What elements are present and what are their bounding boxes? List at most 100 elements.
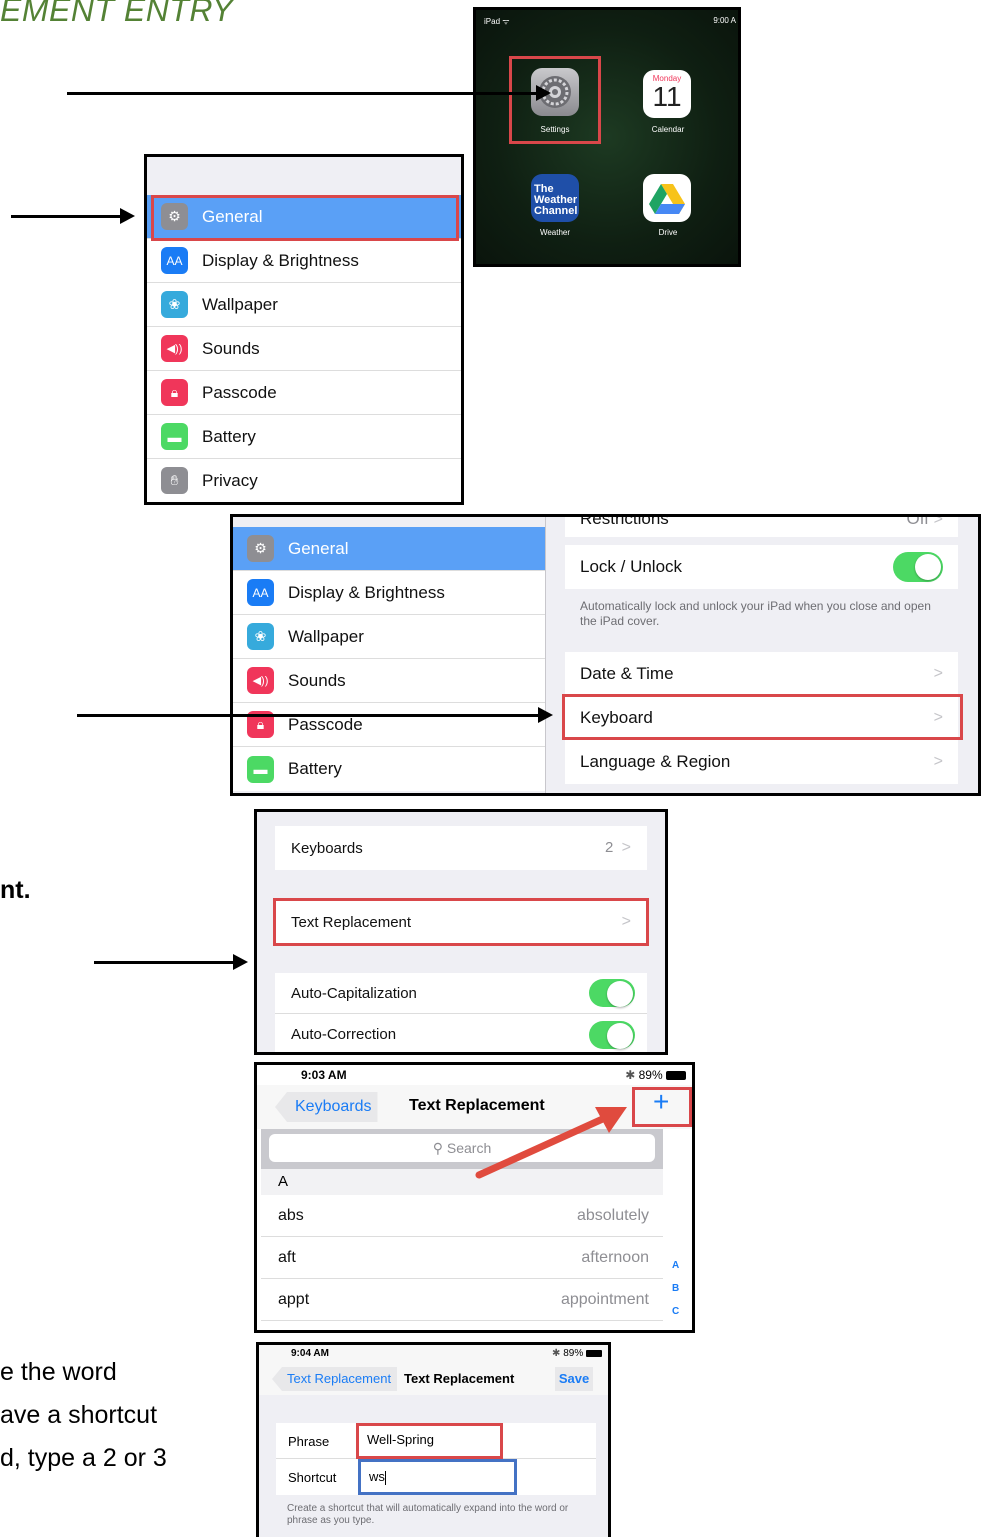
aa-icon: AA bbox=[161, 247, 188, 274]
battery-icon bbox=[586, 1349, 602, 1357]
phrase-label: Phrase bbox=[288, 1434, 330, 1449]
settings-row-battery[interactable]: ▬ Battery bbox=[147, 415, 461, 459]
page-title: EMENT ENTRY bbox=[0, 0, 234, 28]
keyboard-settings-panel: Keyboards 2 > Text Replacement > Auto-Ca… bbox=[254, 809, 668, 1055]
side-text-2a: e the word bbox=[0, 1358, 117, 1386]
chevron-right-icon: > bbox=[933, 664, 943, 682]
chevron-right-icon: > bbox=[621, 839, 631, 856]
list-item[interactable]: abs absolutely bbox=[261, 1195, 663, 1237]
chevron-right-icon: > bbox=[933, 514, 943, 528]
settings-highlight bbox=[509, 56, 601, 144]
red-pointer-arrow bbox=[475, 1107, 627, 1179]
arrow-1-head bbox=[536, 85, 551, 101]
calendar-icon[interactable]: Monday 11 bbox=[643, 70, 691, 118]
settings-row-battery[interactable]: ▬ Battery bbox=[233, 747, 545, 791]
settings-list-panel: ⚙ General AA Display & Brightness ❀ Wall… bbox=[144, 154, 464, 505]
settings-row-label: Privacy bbox=[202, 470, 258, 490]
settings-row-privacy[interactable]: ✋︎ Privacy bbox=[147, 459, 461, 502]
date-time-row[interactable]: Date & Time > bbox=[565, 652, 958, 696]
bluetooth-icon: ✱ bbox=[552, 1348, 561, 1359]
restrictions-value: Off bbox=[906, 514, 929, 528]
drive-icon[interactable] bbox=[643, 174, 691, 222]
aa-icon: AA bbox=[247, 579, 274, 606]
settings-row-wallpaper[interactable]: ❀ Wallpaper bbox=[147, 283, 461, 327]
restrictions-row[interactable]: Restrictions Off > bbox=[565, 514, 958, 537]
search-icon: ⚲ bbox=[432, 1140, 443, 1156]
lock-note: Automatically lock and unlock your iPad … bbox=[580, 599, 931, 628]
arrow-4-head bbox=[233, 954, 248, 970]
shortcut-text: abs bbox=[278, 1206, 304, 1224]
settings-row-passcode[interactable]: 🔒︎ Passcode bbox=[233, 703, 545, 747]
auto-capitalization-toggle[interactable] bbox=[589, 979, 635, 1007]
back-button[interactable]: Text Replacement bbox=[272, 1367, 398, 1391]
save-button-label: Save bbox=[558, 1371, 590, 1386]
settings-row-label: Passcode bbox=[288, 714, 363, 734]
list-item[interactable]: appt appointment bbox=[261, 1279, 663, 1321]
back-button-label: Keyboards bbox=[295, 1098, 372, 1115]
text-replacement-list-panel: 9:03 AM ✱ 89% Keyboards Text Replacement… bbox=[254, 1062, 695, 1333]
side-text-2c: d, type a 2 or 3 bbox=[0, 1444, 167, 1472]
phrase-value: Well-Spring bbox=[367, 1432, 434, 1447]
settings-row-wallpaper[interactable]: ❀ Wallpaper bbox=[233, 615, 545, 659]
shortcut-field[interactable]: ws bbox=[358, 1459, 517, 1495]
settings-row-label: Sounds bbox=[288, 670, 346, 690]
auto-capitalization-row[interactable]: Auto-Capitalization bbox=[275, 973, 647, 1014]
settings-row-display[interactable]: AA Display & Brightness bbox=[147, 239, 461, 283]
phrase-text: afternoon bbox=[581, 1248, 649, 1266]
battery-icon: ▬ bbox=[161, 423, 188, 450]
add-button[interactable]: + bbox=[653, 1086, 669, 1118]
chevron-right-icon: > bbox=[933, 753, 943, 770]
index-letter[interactable]: C bbox=[672, 1306, 679, 1317]
settings-row-display[interactable]: AA Display & Brightness bbox=[233, 571, 545, 615]
date-time-label: Date & Time bbox=[580, 663, 674, 683]
phrase-field[interactable]: Well-Spring bbox=[356, 1423, 503, 1459]
phrase-text: appointment bbox=[560, 1290, 649, 1308]
back-button-label: Text Replacement bbox=[287, 1371, 392, 1386]
phrase-text: absolutely bbox=[576, 1206, 649, 1224]
drive-label: Drive bbox=[658, 228, 678, 237]
lock-unlock-label: Lock / Unlock bbox=[580, 557, 683, 576]
save-button[interactable]: Save bbox=[555, 1367, 593, 1391]
speaker-icon: ◀)) bbox=[161, 335, 188, 362]
shortcut-value: ws bbox=[369, 1469, 385, 1484]
settings-row-sounds[interactable]: ◀)) Sounds bbox=[147, 327, 461, 371]
settings-row-label: Wallpaper bbox=[202, 294, 278, 314]
index-letter[interactable]: A bbox=[672, 1260, 679, 1271]
shortcut-text: appt bbox=[278, 1290, 310, 1308]
side-text-2b: ave a shortcut bbox=[0, 1401, 158, 1429]
lock-icon: 🔒︎ bbox=[161, 379, 188, 406]
keyboards-row[interactable]: Keyboards 2 > bbox=[275, 826, 647, 870]
language-region-row[interactable]: Language & Region > bbox=[565, 740, 958, 784]
speaker-icon: ◀)) bbox=[247, 667, 274, 694]
battery-percent: 89% bbox=[563, 1348, 584, 1359]
list-item[interactable]: aft afternoon bbox=[261, 1237, 663, 1279]
keyboard-highlight bbox=[562, 694, 963, 740]
general-split-panel: ⚙ General AA Display & Brightness ❀ Wall… bbox=[230, 514, 981, 796]
weather-label: Weather bbox=[539, 228, 571, 237]
settings-row-sounds[interactable]: ◀)) Sounds bbox=[233, 659, 545, 703]
status-battery: ✱ 89% bbox=[625, 1068, 686, 1082]
flower-icon: ❀ bbox=[247, 623, 274, 650]
back-button[interactable]: Keyboards bbox=[275, 1092, 378, 1122]
arrow-2-head bbox=[120, 208, 135, 224]
auto-correction-row[interactable]: Auto-Correction bbox=[275, 1014, 647, 1052]
status-left: iPad ᯤ bbox=[484, 17, 510, 26]
index-letter[interactable]: B bbox=[672, 1283, 679, 1294]
arrow-3-line bbox=[77, 714, 539, 717]
status-battery: ✱ 89% bbox=[552, 1348, 602, 1359]
settings-row-label: Display & Brightness bbox=[288, 582, 445, 602]
flower-icon: ❀ bbox=[161, 291, 188, 318]
lock-unlock-toggle[interactable] bbox=[893, 552, 943, 582]
arrow-4-line bbox=[94, 961, 234, 964]
status-time: 9:04 AM bbox=[291, 1348, 329, 1359]
new-text-replacement-panel: 9:04 AM ✱ 89% Text Replacement Text Repl… bbox=[256, 1342, 611, 1537]
weather-channel-icon[interactable]: The Weather Channel bbox=[531, 174, 579, 222]
settings-row-general[interactable]: ⚙ General bbox=[233, 527, 545, 571]
settings-row-passcode[interactable]: 🔒︎ Passcode bbox=[147, 371, 461, 415]
auto-correction-toggle[interactable] bbox=[589, 1020, 635, 1049]
ipad-home-screen: iPad ᯤ 9:00 A Settings Monday 11 Calenda… bbox=[473, 7, 741, 267]
settings-row-label: Sounds bbox=[202, 338, 260, 358]
lock-unlock-row[interactable]: Lock / Unlock bbox=[565, 545, 958, 589]
keyboards-label: Keyboards bbox=[291, 839, 363, 857]
settings-row-label: Wallpaper bbox=[288, 626, 364, 646]
